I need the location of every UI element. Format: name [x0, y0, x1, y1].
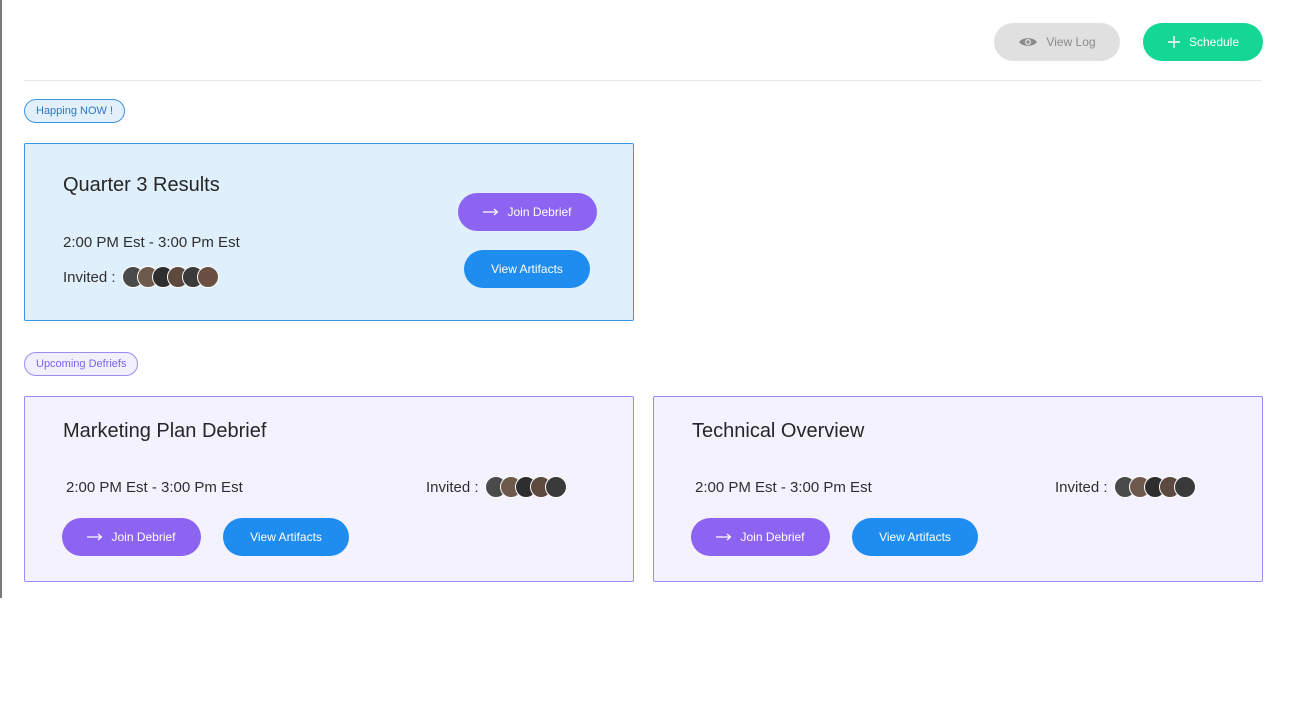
join-debrief-label: Join Debrief — [740, 530, 805, 544]
schedule-button[interactable]: Schedule — [1143, 23, 1263, 61]
view-log-label: View Log — [1046, 35, 1096, 49]
arrow-right-icon — [716, 533, 732, 541]
avatar[interactable] — [196, 266, 219, 288]
happening-now-badge: Happing NOW ! — [24, 99, 126, 123]
debrief-title: Technical Overview — [692, 420, 865, 442]
invited-avatars — [121, 266, 219, 288]
view-log-button[interactable]: View Log — [994, 23, 1120, 61]
avatar[interactable] — [1173, 476, 1196, 498]
schedule-label: Schedule — [1188, 35, 1240, 49]
view-artifacts-button[interactable]: View Artifacts — [852, 518, 978, 556]
join-debrief-button[interactable]: Join Debrief — [691, 518, 830, 556]
top-toolbar: View Log Schedule — [24, 0, 1263, 81]
join-debrief-label: Join Debrief — [111, 530, 176, 544]
debrief-title: Marketing Plan Debrief — [63, 420, 267, 442]
upcoming-debrief-card: Marketing Plan Debrief 2:00 PM Est - 3:0… — [24, 396, 634, 582]
debrief-time: 2:00 PM Est - 3:00 Pm Est — [63, 234, 240, 251]
main-panel: View Log Schedule Happing NOW ! Quarter … — [0, 0, 1312, 598]
invited-group: Invited : — [63, 266, 219, 288]
invited-label: Invited : — [1055, 478, 1108, 496]
arrow-right-icon — [87, 533, 103, 541]
current-debrief-card: Quarter 3 Results 2:00 PM Est - 3:00 Pm … — [24, 143, 634, 321]
avatar[interactable] — [544, 476, 567, 498]
debrief-title: Quarter 3 Results — [63, 174, 220, 196]
invited-avatars — [1113, 476, 1196, 498]
eye-icon — [1018, 36, 1038, 48]
view-artifacts-button[interactable]: View Artifacts — [223, 518, 349, 556]
debrief-time: 2:00 PM Est - 3:00 Pm Est — [66, 479, 243, 496]
arrow-right-icon — [483, 208, 499, 216]
join-debrief-button[interactable]: Join Debrief — [62, 518, 201, 556]
upcoming-debriefs-badge: Upcoming Defriefs — [24, 352, 139, 376]
view-artifacts-label: View Artifacts — [879, 530, 951, 544]
invited-label: Invited : — [426, 478, 479, 496]
invited-label: Invited : — [63, 268, 116, 286]
upcoming-debrief-card: Technical Overview 2:00 PM Est - 3:00 Pm… — [653, 396, 1263, 582]
join-debrief-label: Join Debrief — [507, 205, 572, 219]
invited-group: Invited : — [426, 476, 567, 498]
plus-icon — [1167, 35, 1181, 49]
invited-avatars — [484, 476, 567, 498]
join-debrief-button[interactable]: Join Debrief — [458, 193, 597, 231]
view-artifacts-label: View Artifacts — [250, 530, 322, 544]
debrief-time: 2:00 PM Est - 3:00 Pm Est — [695, 479, 872, 496]
invited-group: Invited : — [1055, 476, 1196, 498]
view-artifacts-button[interactable]: View Artifacts — [464, 250, 590, 288]
view-artifacts-label: View Artifacts — [491, 262, 563, 276]
